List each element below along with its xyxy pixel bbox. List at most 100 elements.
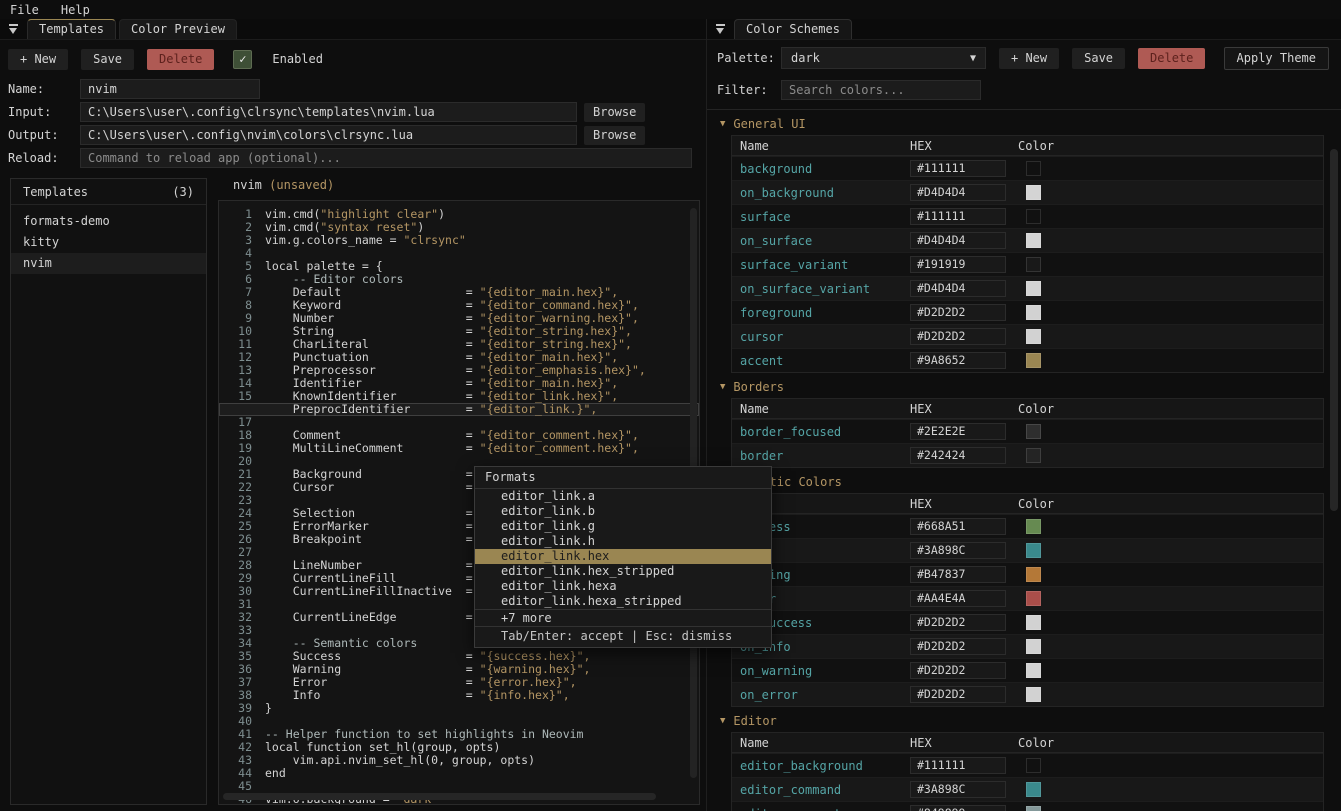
tab-color-preview[interactable]: Color Preview [119,19,237,39]
color-swatch[interactable] [1026,281,1041,296]
reload-command-field[interactable] [80,148,692,168]
color-name: editor_comment [732,807,910,811]
color-row: surface_variant#191919 [732,252,1323,276]
color-swatch[interactable] [1026,209,1041,224]
editor-horizontal-scrollbar[interactable] [223,793,656,800]
color-swatch[interactable] [1026,591,1041,606]
popup-more-item[interactable]: +7 more [475,609,771,626]
section-header[interactable]: ▼General UI [707,114,1341,134]
color-swatch[interactable] [1026,519,1041,534]
collapse-panel-icon[interactable] [8,24,19,35]
autocomplete-item[interactable]: editor_link.g [475,519,771,534]
hex-input[interactable]: #3A898C [910,781,1006,798]
color-swatch[interactable] [1026,233,1041,248]
color-row: border#242424 [732,443,1323,467]
color-row: on_error#D2D2D2 [732,682,1323,706]
color-swatch[interactable] [1026,663,1041,678]
name-input[interactable] [80,79,260,99]
autocomplete-item[interactable]: editor_link.b [475,504,771,519]
filter-row: Filter: [717,78,1331,102]
color-schemes-panel: Color Schemes Palette: dark ▼ + New Save… [707,19,1341,811]
color-swatch[interactable] [1026,257,1041,272]
hex-input[interactable]: #D4D4D4 [910,232,1006,249]
hex-input[interactable]: #668A51 [910,518,1006,535]
templates-toolbar: + New Save Delete ✓ Enabled [8,46,706,72]
color-swatch[interactable] [1026,353,1041,368]
apply-theme-button[interactable]: Apply Theme [1224,47,1329,70]
color-name: on_warning [732,664,910,678]
new-template-button[interactable]: + New [8,49,68,70]
chevron-down-icon: ▼ [970,53,976,64]
hex-input[interactable]: #D2D2D2 [910,662,1006,679]
autocomplete-item[interactable]: editor_link.hex_stripped [475,564,771,579]
hex-input[interactable]: #2E2E2E [910,423,1006,440]
autocomplete-item[interactable]: editor_link.a [475,489,771,504]
output-path-field[interactable] [80,125,577,145]
hex-input[interactable]: #9A8652 [910,352,1006,369]
section-header[interactable]: ▼Editor [707,711,1341,731]
hex-input[interactable]: #AA4E4A [910,590,1006,607]
input-path-field[interactable] [80,102,577,122]
colors-vertical-scrollbar[interactable] [1330,149,1338,511]
color-swatch[interactable] [1026,782,1041,797]
tab-templates[interactable]: Templates [27,19,116,39]
enabled-checkbox[interactable]: ✓ [233,50,252,69]
menu-item-help[interactable]: Help [61,3,90,17]
save-template-button[interactable]: Save [81,49,134,70]
hex-input[interactable]: #3A898C [910,542,1006,559]
hex-input[interactable]: #242424 [910,447,1006,464]
color-swatch[interactable] [1026,185,1041,200]
hex-input[interactable]: #D2D2D2 [910,328,1006,345]
color-swatch[interactable] [1026,161,1041,176]
delete-template-button[interactable]: Delete [147,49,214,70]
color-swatch[interactable] [1026,305,1041,320]
template-list-item[interactable]: nvim [11,253,206,274]
browse-input-button[interactable]: Browse [584,103,645,122]
palette-dropdown[interactable]: dark ▼ [781,47,986,69]
autocomplete-item[interactable]: editor_link.h [475,534,771,549]
color-swatch[interactable] [1026,448,1041,463]
autocomplete-item[interactable]: editor_link.hexa [475,579,771,594]
section-header[interactable]: ▼Borders [707,377,1341,397]
autocomplete-item[interactable]: editor_link.hex [475,549,771,564]
hex-input[interactable]: #111111 [910,757,1006,774]
template-list-item[interactable]: formats-demo [11,211,206,232]
hex-input[interactable]: #B47837 [910,566,1006,583]
table-header-row: NameHEXColor [732,136,1323,156]
browse-output-button[interactable]: Browse [584,126,645,145]
tab-color-schemes[interactable]: Color Schemes [734,19,852,39]
autocomplete-item[interactable]: editor_link.hexa_stripped [475,594,771,609]
color-swatch[interactable] [1026,543,1041,558]
color-swatch[interactable] [1026,329,1041,344]
hex-input[interactable]: #D2D2D2 [910,638,1006,655]
column-header-name: Name [732,402,910,416]
hex-input[interactable]: #D2D2D2 [910,614,1006,631]
reload-label: Reload: [8,151,80,165]
color-search-input[interactable] [781,80,981,100]
color-swatch[interactable] [1026,424,1041,439]
color-swatch[interactable] [1026,687,1041,702]
template-list-item[interactable]: kitty [11,232,206,253]
delete-palette-button[interactable]: Delete [1138,48,1205,69]
hex-input[interactable]: #849899 [910,805,1006,811]
section-header[interactable]: ▼Semantic Colors [707,472,1341,492]
hex-input[interactable]: #D2D2D2 [910,686,1006,703]
new-palette-button[interactable]: + New [999,48,1059,69]
color-name: surface_variant [732,258,910,272]
line-number: 1 [219,208,265,221]
column-header-name: Name [732,736,910,750]
hex-input[interactable]: #D4D4D4 [910,184,1006,201]
color-swatch[interactable] [1026,758,1041,773]
hex-input[interactable]: #D2D2D2 [910,304,1006,321]
hex-input[interactable]: #D4D4D4 [910,280,1006,297]
color-swatch[interactable] [1026,806,1041,811]
hex-input[interactable]: #111111 [910,160,1006,177]
menu-item-file[interactable]: File [10,3,39,17]
color-swatch[interactable] [1026,567,1041,582]
save-palette-button[interactable]: Save [1072,48,1125,69]
hex-input[interactable]: #111111 [910,208,1006,225]
hex-input[interactable]: #191919 [910,256,1006,273]
collapse-panel-icon[interactable] [715,24,726,35]
color-swatch[interactable] [1026,615,1041,630]
color-swatch[interactable] [1026,639,1041,654]
